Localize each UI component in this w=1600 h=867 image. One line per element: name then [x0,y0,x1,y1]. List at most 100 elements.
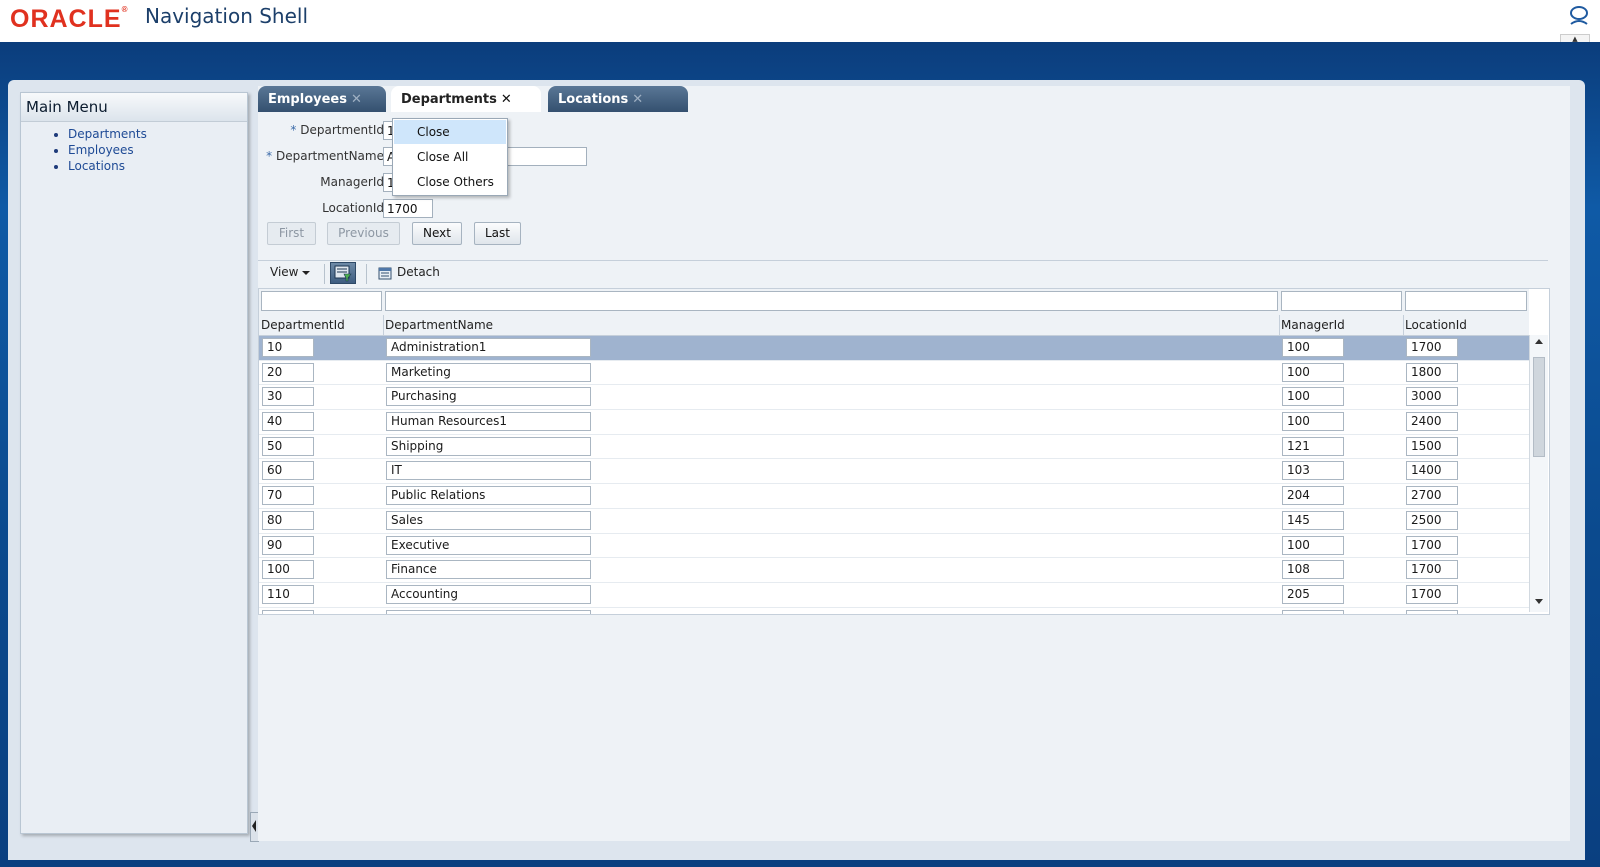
department-id-cell[interactable]: 110 [262,584,314,604]
column-divider[interactable] [383,315,384,335]
department-name-cell[interactable]: Accounting [386,584,591,604]
view-menu-button[interactable]: View [270,265,311,279]
table-row[interactable]: 100 Finance 108 1700 [259,558,1529,583]
department-id-cell[interactable]: 100 [262,560,314,580]
department-name-cell[interactable]: Treasury [386,609,591,614]
menu-link-departments[interactable]: Departments [68,127,147,141]
manager-id-cell[interactable]: 100 [1282,387,1344,407]
location-id-cell[interactable]: 2700 [1406,486,1458,506]
close-icon[interactable]: ✕ [501,92,512,107]
department-id-cell[interactable]: 120 [262,609,314,614]
query-by-example-button[interactable] [330,262,356,284]
table-row[interactable]: 80 Sales 145 2500 [259,509,1529,534]
close-icon[interactable]: ✕ [632,92,643,107]
menu-item-close-all[interactable]: Close All [394,145,506,169]
column-header-location-id[interactable]: LocationId [1405,318,1467,332]
department-name-cell[interactable]: Purchasing [386,387,591,407]
manager-id-cell[interactable]: 100 [1282,362,1344,382]
manager-id-cell[interactable]: 108 [1282,560,1344,580]
location-id-cell[interactable]: 1400 [1406,461,1458,481]
last-button[interactable]: Last [474,222,521,245]
department-id-cell[interactable]: 10 [262,338,314,357]
location-id-input[interactable]: 1700 [383,199,433,218]
first-button[interactable]: First [267,222,316,245]
department-id-cell[interactable]: 70 [262,486,314,506]
detach-button[interactable]: Detach [378,265,440,280]
menu-item-close[interactable]: Close [394,120,506,144]
form-row-department-id: * DepartmentId [258,120,384,142]
department-name-cell[interactable]: Sales [386,510,591,530]
location-id-cell[interactable]: 2500 [1406,510,1458,530]
department-name-cell[interactable]: Executive [386,535,591,555]
table-row[interactable]: 30 Purchasing 100 3000 [259,385,1529,411]
column-header-department-id[interactable]: DepartmentId [261,318,345,332]
location-id-cell[interactable]: 1700 [1406,584,1458,604]
department-name-cell[interactable]: Shipping [386,436,591,456]
user-icon[interactable] [1568,4,1590,26]
menu-item-employees: Employees [68,142,247,158]
manager-id-cell[interactable]: 121 [1282,436,1344,456]
scroll-up-icon[interactable] [1535,339,1543,344]
manager-id-cell[interactable]: 100 [1282,338,1344,357]
tab-departments[interactable]: Departments ✕ [391,86,541,112]
manager-id-cell[interactable]: 205 [1282,584,1344,604]
filter-department-id[interactable] [261,291,382,311]
location-id-cell[interactable]: 1700 [1406,609,1458,614]
department-name-cell[interactable]: IT [386,461,591,481]
location-id-cell[interactable]: 1700 [1406,338,1458,357]
department-id-cell[interactable]: 60 [262,461,314,481]
department-name-cell[interactable]: Finance [386,560,591,580]
department-id-cell[interactable]: 90 [262,535,314,555]
manager-id-cell[interactable]: 100 [1282,412,1344,432]
filter-manager-id[interactable] [1281,291,1402,311]
column-header-department-name[interactable]: DepartmentName [385,318,493,332]
collapse-left-icon[interactable] [252,820,256,832]
column-divider[interactable] [1403,315,1404,335]
department-id-cell[interactable]: 80 [262,510,314,530]
menu-link-locations[interactable]: Locations [68,159,125,173]
manager-id-cell[interactable]: 100 [1282,535,1344,555]
location-id-cell[interactable]: 1800 [1406,362,1458,382]
table-row[interactable]: 50 Shipping 121 1500 [259,435,1529,460]
table-row[interactable]: 10 Administration1 100 1700 [259,336,1529,361]
department-name-cell[interactable]: Administration1 [386,338,591,357]
manager-id-cell[interactable]: 103 [1282,461,1344,481]
scrollbar-thumb[interactable] [1533,357,1545,457]
location-id-cell[interactable]: 3000 [1406,387,1458,407]
table-row[interactable]: 60 IT 103 1400 [259,459,1529,485]
department-id-cell[interactable]: 30 [262,387,314,407]
filter-department-name[interactable] [385,291,1278,311]
manager-id-cell[interactable]: 204 [1282,486,1344,506]
location-id-cell[interactable]: 2400 [1406,412,1458,432]
column-divider[interactable] [1279,315,1280,335]
filter-location-id[interactable] [1405,291,1527,311]
table-row[interactable]: 120 Treasury 1700 [259,608,1529,614]
tab-label: Locations [558,92,629,107]
department-id-cell[interactable]: 20 [262,362,314,382]
scroll-down-icon[interactable] [1535,599,1543,604]
column-header-manager-id[interactable]: ManagerId [1281,318,1345,332]
tab-employees[interactable]: Employees ✕ [258,86,386,112]
department-name-cell[interactable]: Human Resources1 [386,412,591,432]
menu-item-close-others[interactable]: Close Others [394,170,506,194]
previous-button[interactable]: Previous [327,222,400,245]
manager-id-cell[interactable] [1282,609,1344,614]
manager-id-cell[interactable]: 145 [1282,510,1344,530]
department-name-cell[interactable]: Marketing [386,362,591,382]
next-button[interactable]: Next [412,222,462,245]
tab-locations[interactable]: Locations ✕ [548,86,688,112]
vertical-scrollbar[interactable] [1529,335,1548,612]
table-row[interactable]: 70 Public Relations 204 2700 [259,484,1529,509]
department-id-cell[interactable]: 50 [262,436,314,456]
close-icon[interactable]: ✕ [351,92,362,107]
department-name-cell[interactable]: Public Relations [386,486,591,506]
department-id-cell[interactable]: 40 [262,412,314,432]
location-id-cell[interactable]: 1700 [1406,535,1458,555]
location-id-cell[interactable]: 1700 [1406,560,1458,580]
table-row[interactable]: 110 Accounting 205 1700 [259,583,1529,608]
table-row[interactable]: 90 Executive 100 1700 [259,534,1529,559]
location-id-cell[interactable]: 1500 [1406,436,1458,456]
menu-link-employees[interactable]: Employees [68,143,134,157]
table-row[interactable]: 20 Marketing 100 1800 [259,361,1529,386]
table-row[interactable]: 40 Human Resources1 100 2400 [259,410,1529,435]
